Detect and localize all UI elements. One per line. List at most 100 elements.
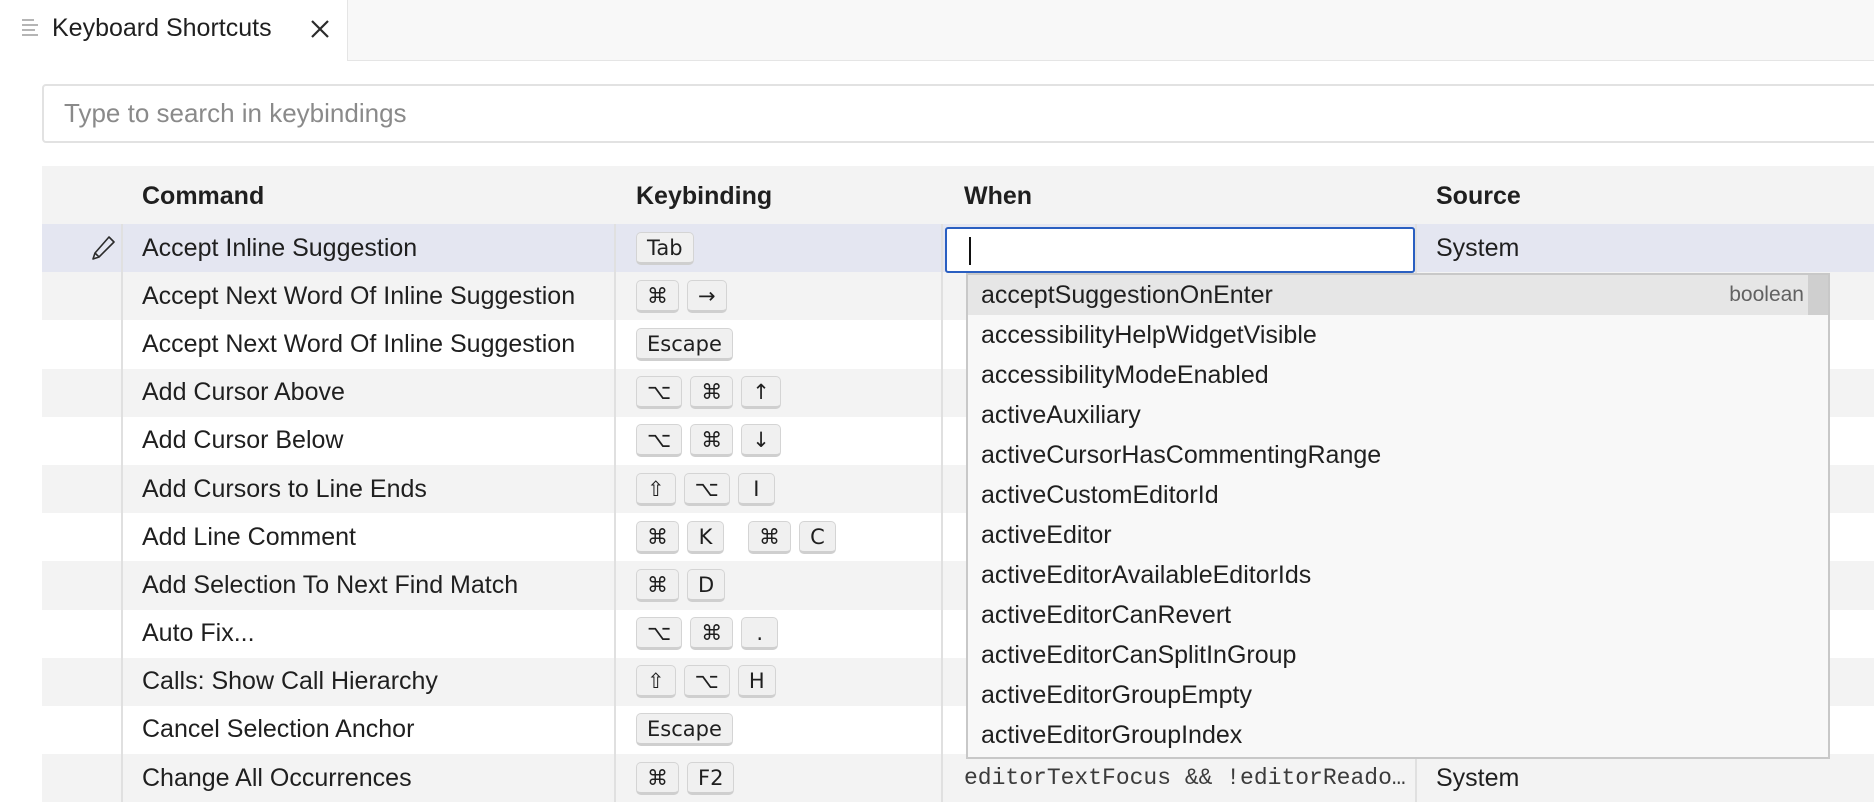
column-header-when[interactable]: When [964, 182, 1032, 211]
suggestion-item[interactable]: activeEditorGroupEmpty [968, 675, 1828, 715]
text-caret [969, 237, 971, 265]
key-cap: ⌥ [683, 665, 730, 699]
suggestion-label: activeEditorGroupIndex [981, 720, 1243, 749]
suggestion-label: activeAuxiliary [981, 400, 1141, 429]
keybindings-search-input[interactable] [44, 86, 1874, 141]
key-cap: Escape [636, 713, 733, 747]
suggestion-item[interactable]: accessibilityHelpWidgetVisible [968, 315, 1828, 355]
suggestion-item[interactable]: activeAuxiliary [968, 395, 1828, 435]
suggestion-label: activeEditor [981, 520, 1112, 549]
source-label: System [1436, 233, 1520, 262]
column-divider [121, 368, 123, 417]
suggestion-label: activeEditorCanRevert [981, 600, 1232, 629]
suggestion-label: activeCustomEditorId [981, 480, 1219, 509]
keyboard-shortcuts-file-icon [22, 19, 40, 36]
key-cap: ⌥ [636, 376, 683, 410]
key-cap: Escape [636, 327, 733, 361]
key-cap: ⇧ [636, 665, 676, 699]
suggestion-label: accessibilityHelpWidgetVisible [981, 320, 1317, 349]
suggestion-item[interactable]: activeEditorAvailableEditorIds [968, 555, 1828, 595]
keybinding-cell: ⌥ ⌘ ↓ [636, 417, 966, 465]
column-divider [121, 609, 123, 658]
keybinding-cell: Tab [636, 224, 966, 272]
column-divider [121, 657, 123, 706]
command-label: Add Cursor Below [142, 426, 344, 455]
key-cap: ⌘ [636, 761, 679, 795]
key-cap: ⌥ [636, 617, 683, 651]
column-divider [121, 416, 123, 465]
suggestion-item[interactable]: activeEditorCanSplitInGroup [968, 635, 1828, 675]
suggestion-item[interactable]: activeEditorCanRevert [968, 595, 1828, 635]
key-cap: ⌘ [636, 520, 679, 554]
tab-title: Keyboard Shortcuts [52, 14, 272, 42]
suggestion-item[interactable]: activeEditor [968, 515, 1828, 555]
keybinding-cell: ⌘ K ⌘ C [636, 513, 966, 561]
suggestion-label: activeEditorGroupEmpty [981, 680, 1252, 709]
column-divider [121, 754, 123, 803]
column-divider [121, 513, 123, 562]
column-divider [121, 320, 123, 369]
key-cap: C [799, 520, 836, 554]
column-divider [121, 272, 123, 321]
when-clause-input[interactable] [945, 227, 1415, 273]
command-label: Auto Fix... [142, 619, 255, 648]
keybinding-cell: ⌘ → [636, 272, 966, 320]
key-cap: → [687, 279, 727, 313]
suggestion-scrollbar[interactable] [1808, 275, 1828, 315]
keybinding-cell: ⌥ ⌘. [636, 610, 966, 658]
keybinding-cell: ⇧ ⌥ I [636, 465, 966, 513]
key-cap: ⌘ [690, 424, 734, 458]
suggestion-item[interactable]: activeCustomEditorId [968, 475, 1828, 515]
key-cap: I [737, 472, 775, 506]
edit-keybinding-icon[interactable] [88, 233, 118, 263]
suggestion-item[interactable]: activeCursorHasCommentingRange [968, 435, 1828, 475]
source-label: System [1436, 763, 1520, 792]
editor-tab-bar: Keyboard Shortcuts [0, 0, 1874, 61]
suggestion-label: activeEditorCanSplitInGroup [981, 640, 1297, 669]
close-icon[interactable] [307, 16, 333, 42]
key-cap: ⌘ [748, 520, 791, 554]
keybinding-cell: ⌥ ⌘ ↑ [636, 369, 966, 417]
key-cap: ⇧ [636, 472, 676, 506]
suggestion-type: boolean [1729, 283, 1804, 306]
column-divider [121, 561, 123, 610]
suggestion-item[interactable]: acceptSuggestionOnEnter boolean [968, 275, 1828, 315]
key-cap: ⌘ [690, 376, 734, 410]
suggestion-label: accessibilityModeEnabled [981, 360, 1269, 389]
when-clause: editorTextFocus && !editorReado… [964, 765, 1406, 792]
key-cap: ⌥ [683, 472, 730, 506]
tab-keyboard-shortcuts[interactable]: Keyboard Shortcuts [0, 0, 348, 61]
suggestion-item[interactable]: accessibilityModeEnabled [968, 355, 1828, 395]
keybinding-cell: ⌘ D [636, 561, 966, 609]
table-row[interactable]: Change All Occurrences ⌘ F2 editorTextFocus… [42, 754, 1874, 803]
command-label: Calls: Show Call Hierarchy [142, 667, 438, 696]
column-header-command[interactable]: Command [142, 182, 264, 211]
key-cap: F2 [687, 761, 735, 795]
column-header-keybinding[interactable]: Keybinding [636, 182, 772, 211]
keybinding-cell: Escape [636, 320, 966, 368]
suggestion-label: activeEditorAvailableEditorIds [981, 560, 1312, 589]
keybindings-search-box [42, 84, 1874, 143]
key-cap: ⌥ [636, 424, 683, 458]
key-cap: ↓ [741, 424, 781, 458]
suggestion-label: acceptSuggestionOnEnter [981, 280, 1273, 309]
when-suggestion-list: acceptSuggestionOnEnter boolean accessibil… [966, 273, 1830, 759]
command-label: Cancel Selection Anchor [142, 715, 415, 744]
key-cap: Tab [636, 231, 694, 265]
suggestion-item[interactable]: activeEditorGroupIndex [968, 715, 1828, 755]
key-cap: ⌘ [690, 617, 734, 651]
keybinding-cell: ⇧ ⌥ H [636, 658, 966, 706]
key-cap: K [687, 520, 724, 554]
column-header-source[interactable]: Source [1436, 182, 1521, 211]
command-label: Add Selection To Next Find Match [142, 570, 519, 599]
command-label: Change All Occurrences [142, 763, 412, 792]
key-cap: . [741, 617, 779, 651]
command-label: Add Cursors to Line Ends [142, 474, 427, 503]
keybinding-cell: Escape [636, 706, 966, 754]
command-label: Add Cursor Above [142, 378, 345, 407]
key-cap: D [687, 568, 726, 602]
column-divider [121, 464, 123, 514]
column-divider [121, 705, 123, 755]
key-cap: ⌘ [636, 568, 679, 602]
command-label: Accept Next Word Of Inline Suggestion [142, 281, 576, 310]
